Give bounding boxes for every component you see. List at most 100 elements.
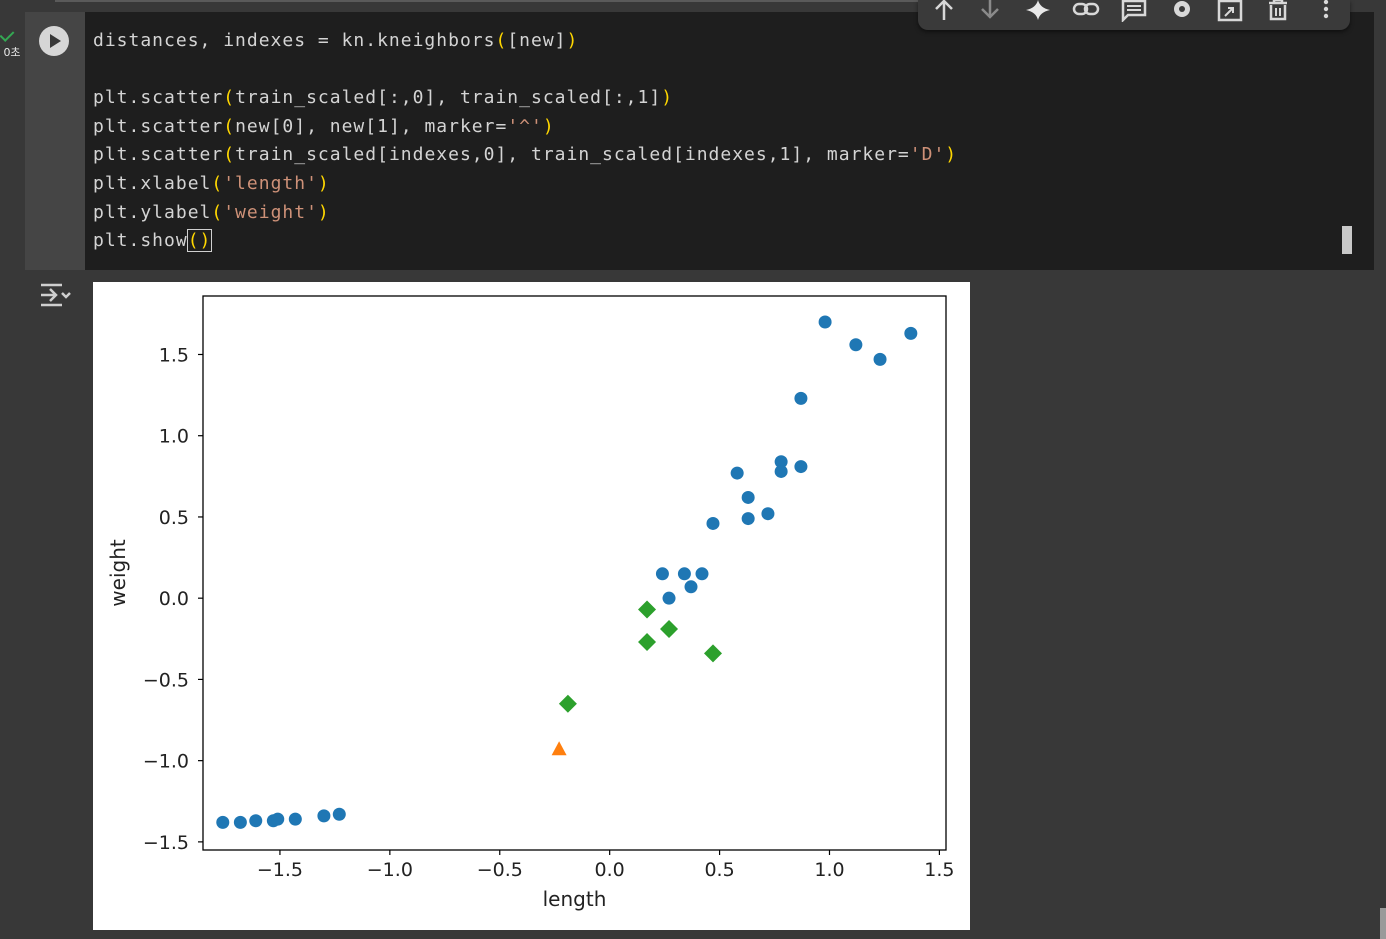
y-axis-label: weight xyxy=(106,539,130,607)
code-token: train_scaled[:,0], train_scaled[:,1] xyxy=(235,87,662,109)
y-tick-label: −1.5 xyxy=(143,832,189,854)
settings-gear-icon[interactable] xyxy=(1168,0,1196,22)
code-line: plt.scatter(train_scaled[:,0], train_sca… xyxy=(93,84,957,113)
cell-top-border xyxy=(55,0,935,2)
data-point-circle xyxy=(233,815,247,829)
y-tick-label: −1.0 xyxy=(143,751,189,773)
data-point-circle xyxy=(662,591,676,605)
code-token: plt.scatter xyxy=(93,144,224,166)
data-point-circle xyxy=(332,807,346,821)
code-token: [new] xyxy=(507,30,567,51)
data-point-circle xyxy=(216,815,230,829)
code-token: ) xyxy=(945,144,958,166)
code-token: ) xyxy=(661,87,674,109)
plot-output: −1.5 −1.0 −0.5 0.0 0.5 1.0 1.5 −1.5 −1.0 −0.5 0.0 0… xyxy=(93,282,970,930)
code-token: ) xyxy=(317,172,330,194)
data-point-circle xyxy=(684,580,698,594)
code-token: distances, indexes = kn.kneighbors xyxy=(93,30,496,51)
move-up-icon[interactable] xyxy=(930,0,958,22)
y-tick-label: 0.0 xyxy=(159,588,189,610)
data-point-circle xyxy=(249,814,263,828)
page-scrollbar-thumb[interactable] xyxy=(1380,908,1386,939)
cell-gutter xyxy=(25,12,85,270)
code-token: ( xyxy=(223,144,236,166)
data-point-circle xyxy=(695,567,709,581)
x-tick-label: −1.0 xyxy=(367,859,413,881)
code-token: ( xyxy=(495,30,508,51)
editor-scrollbar-thumb[interactable] xyxy=(1342,226,1352,254)
data-point-diamond xyxy=(558,694,577,713)
data-point-circle xyxy=(317,809,331,823)
data-point-circle xyxy=(794,391,808,405)
code-token: train_scaled[indexes,0], train_scaled[in… xyxy=(235,144,910,166)
code-token: () xyxy=(186,229,213,253)
code-line: plt.scatter(train_scaled[indexes,0], tra… xyxy=(93,141,957,170)
cell-toolbar xyxy=(918,0,1350,30)
gemini-sparkle-icon[interactable] xyxy=(1024,0,1052,22)
code-line: plt.xlabel('length') xyxy=(93,170,957,199)
data-point-circle xyxy=(794,460,808,474)
code-token: ( xyxy=(223,87,236,109)
more-vert-icon[interactable] xyxy=(1312,0,1340,22)
data-point-circle xyxy=(849,338,863,352)
comment-icon[interactable] xyxy=(1120,0,1148,22)
code-token: ( xyxy=(211,201,224,223)
delete-trash-icon[interactable] xyxy=(1264,0,1292,22)
code-token: ( xyxy=(211,172,224,194)
x-tick-label: 1.0 xyxy=(814,859,844,881)
data-point-circle xyxy=(271,812,285,826)
code-token: ( xyxy=(223,115,236,137)
data-point-circle xyxy=(741,490,755,504)
data-point-diamond xyxy=(638,600,657,619)
data-point-circle xyxy=(677,567,691,581)
code-token: plt.ylabel xyxy=(93,201,212,223)
x-tick-label: 0.5 xyxy=(704,859,734,881)
mirror-cell-icon[interactable] xyxy=(1216,0,1244,22)
x-tick-label: 0.0 xyxy=(595,859,625,881)
data-point-circle xyxy=(741,512,755,526)
code-token: plt.scatter xyxy=(93,115,224,137)
code-line: distances, indexes = kn.kneighbors([new]… xyxy=(93,27,957,56)
move-down-icon[interactable] xyxy=(976,0,1004,22)
output-options-icon[interactable] xyxy=(40,282,72,310)
code-cell[interactable]: distances, indexes = kn.kneighbors([new]… xyxy=(25,12,1374,270)
code-token: '^' xyxy=(507,115,543,137)
data-point-circle xyxy=(655,567,669,581)
code-token: 'weight' xyxy=(223,201,318,223)
data-point-diamond xyxy=(660,620,679,639)
x-tick-label: 1.5 xyxy=(924,859,954,881)
data-point-circle xyxy=(730,466,744,480)
data-point-diamond xyxy=(638,633,657,652)
data-point-circle xyxy=(774,464,788,478)
x-tick-label: −0.5 xyxy=(477,859,523,881)
link-icon[interactable] xyxy=(1072,0,1100,22)
code-token: ) xyxy=(317,201,330,223)
y-tick-label: −0.5 xyxy=(143,669,189,691)
data-point-circle xyxy=(904,326,918,340)
code-line: plt.ylabel('weight') xyxy=(93,199,957,228)
run-cell-button[interactable] xyxy=(39,26,69,56)
data-point-circle xyxy=(706,516,720,530)
code-line: plt.scatter(new[0], new[1], marker='^') xyxy=(93,113,957,142)
code-token: plt.scatter xyxy=(93,87,224,109)
scatter-plot: −1.5 −1.0 −0.5 0.0 0.5 1.0 1.5 −1.5 −1.0 −0.5 0.0 0… xyxy=(106,295,955,911)
data-point-triangle xyxy=(551,741,567,756)
data-point-circle xyxy=(288,812,302,826)
code-token: 'length' xyxy=(223,172,318,194)
code-token: 'D' xyxy=(909,144,946,166)
data-point-diamond xyxy=(703,644,722,663)
code-line: plt.show() xyxy=(93,227,957,256)
code-token: plt.show xyxy=(93,230,188,252)
data-point-circle xyxy=(818,315,832,329)
code-editor[interactable]: distances, indexes = kn.kneighbors([new]… xyxy=(93,27,957,256)
code-token: new[0], new[1], marker= xyxy=(235,115,508,137)
data-point-circle xyxy=(873,352,887,366)
y-tick-label: 0.5 xyxy=(159,507,189,529)
plot-frame xyxy=(202,295,947,851)
y-tick-label: 1.0 xyxy=(159,426,189,448)
x-axis-label: length xyxy=(543,887,607,911)
y-tick-label: 1.5 xyxy=(159,344,189,366)
data-point-circle xyxy=(761,507,775,521)
check-icon xyxy=(0,27,15,42)
